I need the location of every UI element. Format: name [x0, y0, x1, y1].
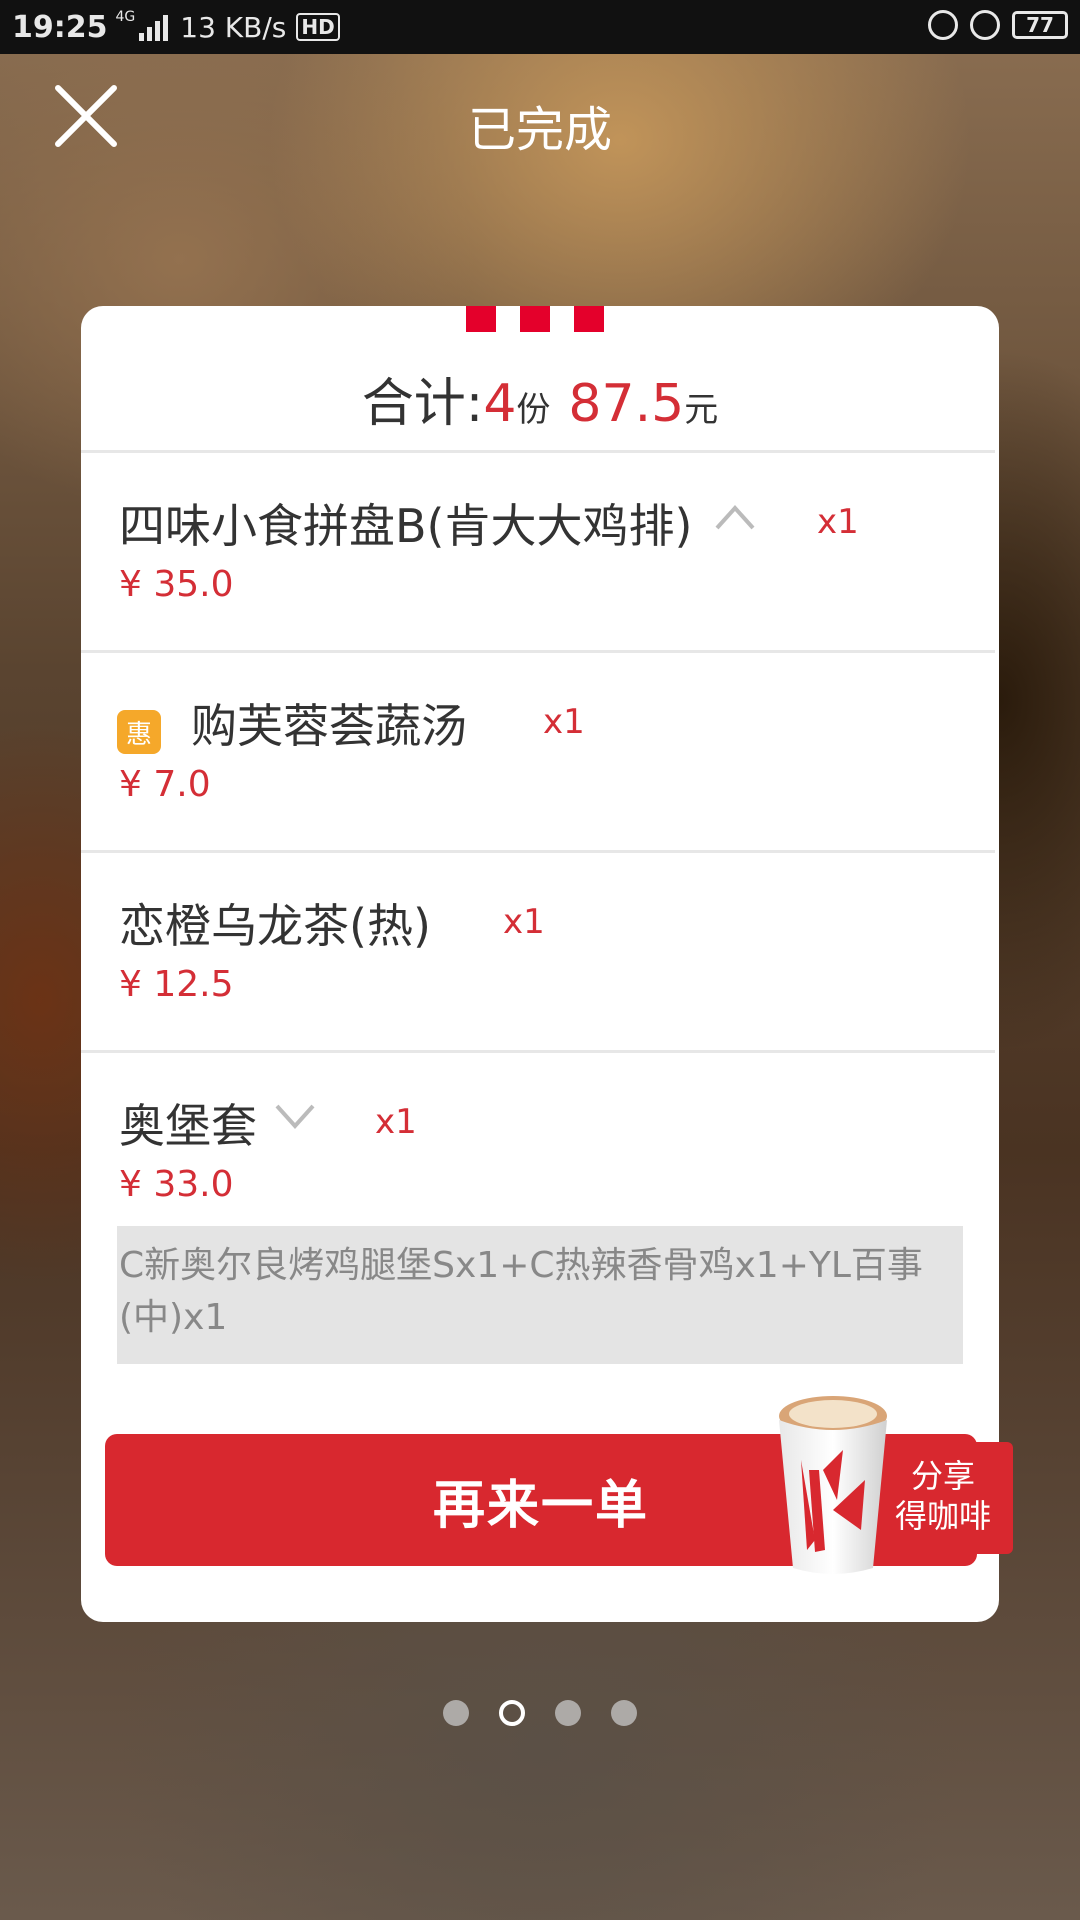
share-coffee-button[interactable]: 分享 得咖啡 [773, 1390, 1018, 1580]
order-item[interactable]: 四味小食拼盘B(肯大大鸡排) x1 ¥ 35.0 [81, 452, 999, 648]
network-type: 4G [115, 9, 136, 25]
item-quantity: x1 [503, 902, 545, 942]
total-amount-unit: 元 [684, 390, 719, 430]
network-speed: 13 KB/s [180, 10, 287, 44]
share-label-line2: 得咖啡 [894, 1497, 991, 1535]
status-bar: 19:25 4G 13 KB/s HD 77 [0, 0, 1080, 54]
status-time: 19:25 [12, 9, 108, 45]
pagination-dots [0, 1700, 1080, 1726]
item-name: 购芙蓉荟蔬汤 [191, 699, 467, 753]
combo-detail: C新奥尔良烤鸡腿堡Sx1+C热辣香骨鸡x1+YL百事(中)x1 [117, 1226, 963, 1364]
status-right-icons: 77 [928, 10, 1068, 40]
item-name: 奥堡套 [119, 1099, 257, 1153]
lock-rotation-icon [928, 10, 958, 40]
item-price: ¥ 33.0 [119, 1164, 234, 1205]
total-count: 4 [483, 374, 517, 434]
page-dot[interactable] [555, 1700, 581, 1726]
page-dot[interactable] [611, 1700, 637, 1726]
total-amount: 87.5 [568, 374, 685, 434]
total-count-unit: 份 [516, 390, 551, 430]
page-dot-active[interactable] [499, 1700, 525, 1726]
item-price: ¥ 12.5 [119, 964, 234, 1005]
total-prefix: 合计: [361, 374, 484, 434]
item-quantity: x1 [543, 702, 585, 742]
order-item[interactable]: 惠 购芙蓉荟蔬汤 x1 ¥ 7.0 [81, 652, 999, 848]
discount-badge: 惠 [117, 710, 161, 754]
order-item[interactable]: 奥堡套 x1 ¥ 33.0 C新奥尔良烤鸡腿堡Sx1+C热辣香骨鸡x1+YL百事… [81, 1052, 999, 1372]
alarm-icon [970, 10, 1000, 40]
item-quantity: x1 [817, 502, 859, 542]
signal-icon [139, 13, 169, 41]
order-total: 合计:4份 87.5元 [81, 361, 999, 436]
item-name: 四味小食拼盘B(肯大大鸡排) [119, 499, 693, 553]
coffee-cup-icon [779, 1396, 887, 1574]
chevron-down-icon[interactable] [275, 1102, 315, 1132]
order-item[interactable]: 恋橙乌龙茶(热) x1 ¥ 12.5 [81, 852, 999, 1048]
page-title: 已完成 [467, 102, 612, 158]
chevron-up-icon[interactable] [715, 502, 755, 532]
page-dot[interactable] [443, 1700, 469, 1726]
hd-icon: HD [296, 13, 340, 41]
share-tag: 分享 得咖啡 [873, 1442, 1013, 1554]
item-price: ¥ 35.0 [119, 564, 234, 605]
kfc-stripes-logo [466, 306, 604, 332]
item-quantity: x1 [375, 1102, 417, 1142]
share-label-line1: 分享 [910, 1457, 975, 1495]
item-price: ¥ 7.0 [119, 764, 211, 805]
item-name: 恋橙乌龙茶(热) [119, 899, 431, 953]
battery-icon: 77 [1012, 11, 1068, 39]
